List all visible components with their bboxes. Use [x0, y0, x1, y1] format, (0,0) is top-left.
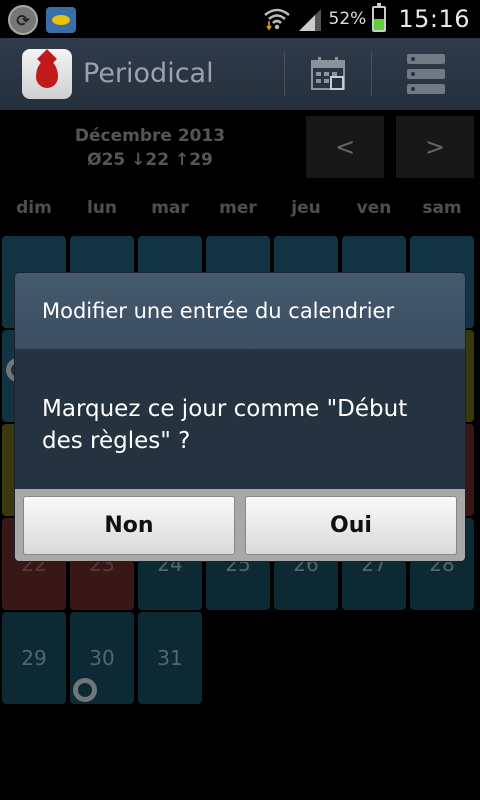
notification-icon: [46, 7, 76, 33]
action-bar: Periodical: [0, 38, 480, 110]
yes-button[interactable]: Oui: [245, 496, 457, 555]
sync-icon: ⟳: [8, 5, 38, 35]
blood-drop-icon: [36, 60, 58, 88]
wifi-icon: [263, 7, 291, 31]
confirm-dialog: Modifier une entrée du calendrier Marque…: [15, 273, 465, 561]
battery-percent: 52%: [328, 9, 367, 29]
app-title: Periodical: [83, 58, 214, 89]
dialog-message: Marquez ce jour comme "Début des règles"…: [15, 351, 465, 489]
dialog-button-bar: Non Oui: [15, 489, 465, 561]
dialog-title: Modifier une entrée du calendrier: [15, 273, 465, 351]
signal-icon: [298, 9, 321, 31]
no-button[interactable]: Non: [23, 496, 235, 555]
list-icon: [407, 54, 445, 94]
battery-icon: [372, 3, 387, 32]
calendar-icon: [311, 57, 345, 90]
list-button[interactable]: [396, 52, 456, 96]
clock: 15:16: [398, 5, 470, 33]
status-bar: ⟳ 52% 15:16: [0, 0, 480, 38]
app-logo-icon[interactable]: [22, 49, 72, 99]
divider: [371, 52, 372, 96]
divider: [284, 52, 285, 96]
calendar-button[interactable]: [298, 52, 358, 96]
